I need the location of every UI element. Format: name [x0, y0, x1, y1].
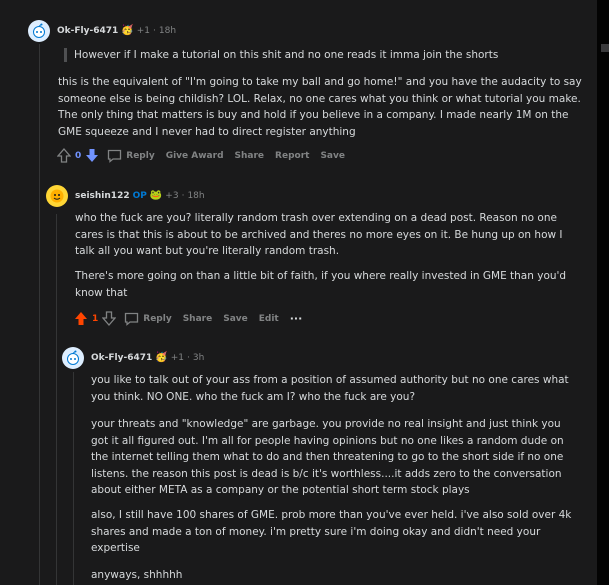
comment-paragraph: who the fuck are you? literally random t…: [75, 212, 563, 257]
comment-actions: 1 Reply Share Save Edit ···: [74, 311, 313, 326]
share-button[interactable]: Share: [183, 314, 213, 324]
upvote-arrow-icon[interactable]: [57, 148, 71, 163]
reddit-avatar-icon: [33, 23, 45, 38]
reply-label: Reply: [143, 313, 172, 324]
comment-paragraph: you like to talk out of your ass from a …: [91, 374, 569, 403]
scrollbar-thumb[interactable]: [601, 44, 609, 52]
comment-paragraph: There's more going on than a little bit …: [75, 270, 567, 299]
username[interactable]: seishin122: [75, 191, 130, 201]
report-button[interactable]: Report: [275, 151, 309, 161]
comment-thread: Ok-Fly-6471 🥳 +1 · 18h However if I make…: [0, 0, 597, 585]
separator: ·: [153, 25, 156, 36]
more-dots-icon: ···: [289, 312, 303, 325]
downvote-arrow-icon[interactable]: [102, 311, 117, 326]
reply-button[interactable]: Reply: [124, 312, 172, 326]
comment-paragraph: anyways, shhhhh: [91, 569, 183, 581]
vote-count: 1: [92, 313, 99, 324]
avatar[interactable]: [62, 347, 84, 369]
share-button[interactable]: Share: [235, 151, 265, 161]
comment-meta: Ok-Fly-6471 🥳 +1 · 3h: [91, 352, 204, 363]
avatar[interactable]: [46, 185, 68, 207]
karma-points: +3: [165, 190, 179, 201]
user-flair: 🐸: [149, 190, 163, 201]
vote-controls: 1: [74, 311, 117, 326]
comment-body: this is the equivalent of "I'm going to …: [58, 76, 582, 138]
user-flair: 🥳: [121, 25, 134, 36]
save-button[interactable]: Save: [223, 314, 248, 324]
blockquote: However if I make a tutorial on this shi…: [64, 48, 594, 62]
vote-count: 0: [75, 150, 82, 161]
thread-line-level2[interactable]: [56, 214, 57, 585]
scrollbar-track[interactable]: [597, 0, 609, 585]
separator: ·: [181, 190, 185, 201]
comment-paragraph: your threats and "knowledge" are garbage…: [91, 418, 564, 496]
username[interactable]: Ok-Fly-6471: [91, 353, 152, 363]
timestamp[interactable]: 18h: [159, 26, 176, 36]
comment-meta: seishin122 OP 🐸 +3 · 18h: [75, 190, 205, 201]
comment-meta: Ok-Fly-6471 🥳 +1 · 18h: [57, 25, 176, 36]
reply-button[interactable]: Reply: [107, 149, 155, 163]
username[interactable]: Ok-Fly-6471: [57, 26, 118, 36]
thread-line-root[interactable]: [39, 44, 40, 585]
avatar-face-icon: [50, 189, 64, 203]
timestamp[interactable]: 18h: [187, 191, 204, 201]
reddit-avatar-icon: [67, 350, 79, 365]
reply-bubble-icon: [108, 149, 122, 163]
reply-label: Reply: [126, 150, 155, 161]
more-options-button[interactable]: ···: [290, 312, 303, 325]
comment-paragraph: also, I still have 100 shares of GME. pr…: [91, 509, 572, 554]
save-button[interactable]: Save: [320, 151, 345, 161]
user-flair: 🥳: [155, 352, 168, 363]
upvote-arrow-icon[interactable]: [74, 311, 88, 326]
downvote-arrow-icon[interactable]: [85, 148, 99, 163]
op-badge: OP: [132, 190, 147, 201]
karma-points: +1: [136, 25, 150, 36]
give-award-button[interactable]: Give Award: [166, 151, 224, 161]
karma-points: +1: [170, 352, 184, 363]
timestamp[interactable]: 3h: [193, 353, 204, 363]
vote-controls: 0: [57, 148, 99, 163]
avatar[interactable]: [28, 20, 50, 42]
comment-actions: 0 Reply Give Award Share Report Save: [57, 148, 356, 163]
edit-button[interactable]: Edit: [259, 314, 279, 324]
thread-line-level3[interactable]: [73, 372, 74, 585]
separator: ·: [187, 352, 190, 363]
reply-bubble-icon: [125, 312, 139, 326]
